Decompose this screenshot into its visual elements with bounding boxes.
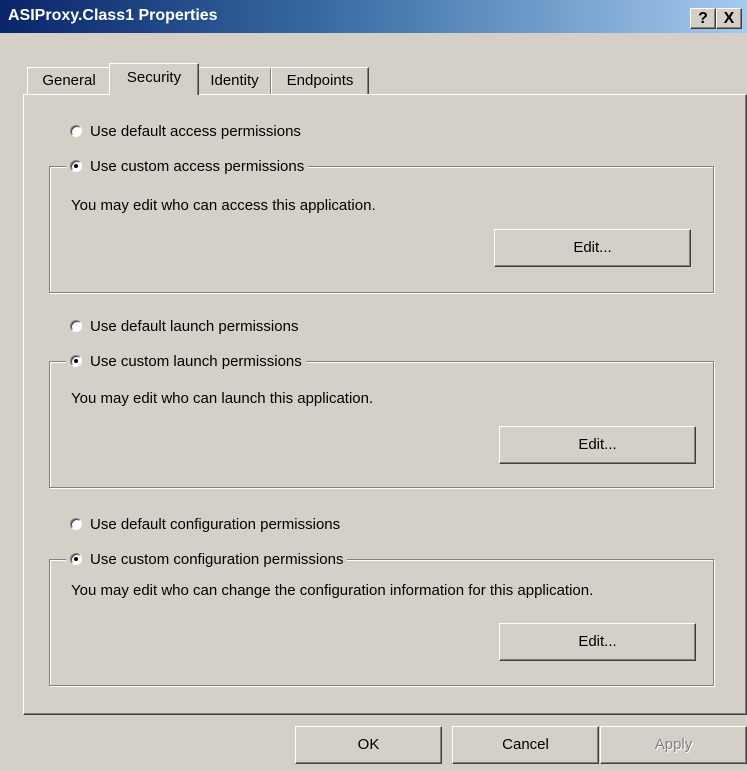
properties-dialog: ASIProxy.Class1 Properties ? X General I…	[0, 0, 747, 771]
tab-identity[interactable]: Identity	[197, 67, 272, 95]
radio-checked-icon	[70, 355, 82, 367]
apply-button: Apply	[600, 726, 747, 764]
configuration-description: You may edit who can change the configur…	[71, 582, 594, 599]
tab-general[interactable]: General	[27, 67, 111, 95]
radio-icon	[70, 320, 82, 332]
tab-endpoints[interactable]: Endpoints	[271, 67, 369, 95]
custom-configuration-label: Use custom configuration permissions	[90, 550, 344, 568]
launch-description: You may edit who can launch this applica…	[71, 390, 374, 407]
default-access-label: Use default access permissions	[90, 122, 301, 140]
edit-configuration-button[interactable]: Edit...	[499, 623, 696, 661]
title-bar[interactable]: ASIProxy.Class1 Properties ? X	[0, 0, 747, 33]
radio-icon	[70, 518, 82, 530]
custom-launch-label: Use custom launch permissions	[90, 352, 302, 370]
help-button[interactable]: ?	[690, 8, 716, 29]
edit-launch-button[interactable]: Edit...	[499, 426, 696, 464]
edit-access-button[interactable]: Edit...	[494, 229, 691, 267]
ok-button[interactable]: OK	[295, 726, 442, 764]
tab-security[interactable]: Security	[109, 63, 199, 95]
custom-access-label: Use custom access permissions	[90, 157, 305, 175]
default-launch-label: Use default launch permissions	[90, 317, 299, 335]
window-title: ASIProxy.Class1 Properties	[8, 7, 218, 24]
default-configuration-radio[interactable]: Use default configuration permissions	[70, 514, 345, 534]
cancel-button[interactable]: Cancel	[452, 726, 599, 764]
custom-launch-radio[interactable]: Use custom launch permissions	[66, 351, 306, 371]
default-configuration-label: Use default configuration permissions	[90, 515, 341, 533]
custom-access-radio[interactable]: Use custom access permissions	[66, 156, 309, 176]
access-description: You may edit who can access this applica…	[71, 197, 376, 214]
default-launch-radio[interactable]: Use default launch permissions	[70, 316, 303, 336]
radio-icon	[70, 125, 82, 137]
default-access-radio[interactable]: Use default access permissions	[70, 121, 305, 141]
radio-checked-icon	[70, 160, 82, 172]
radio-checked-icon	[70, 553, 82, 565]
close-button[interactable]: X	[716, 8, 742, 29]
launch-permissions-group	[49, 361, 714, 488]
custom-configuration-radio[interactable]: Use custom configuration permissions	[66, 549, 348, 569]
